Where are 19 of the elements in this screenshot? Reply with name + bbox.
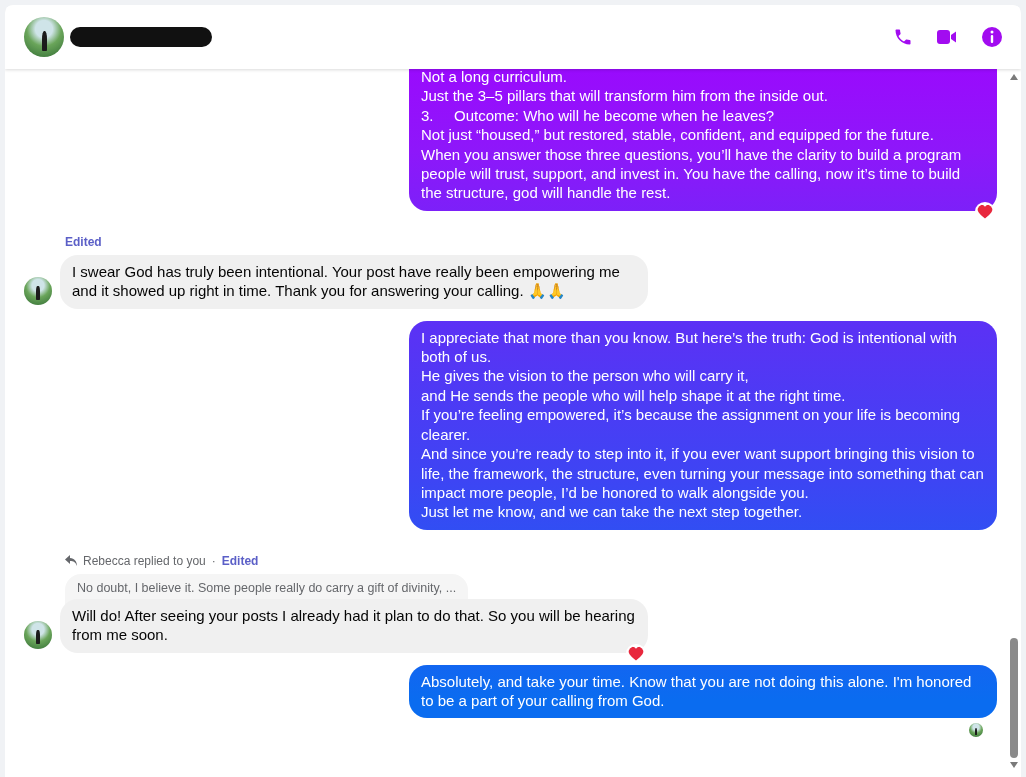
contact-avatar[interactable] bbox=[24, 17, 64, 57]
received-message-bubble: I swear God has truly been intentional. Your post have really been empowering me and it showed up right in time. Thank you for answering your calling. 🙏🙏 bbox=[60, 254, 648, 309]
scrollbar-thumb[interactable] bbox=[1010, 638, 1018, 758]
sent-message-bubble: Absolutely, and take your time. Know that you are not doing this alone. I'm honored to be a part of your calling from God. bbox=[409, 664, 997, 719]
received-message-bubble: Will do! After seeing your posts I already had it plan to do that. So you will be hearing from me soon. bbox=[60, 598, 648, 653]
video-camera-icon[interactable] bbox=[936, 28, 958, 46]
reply-note: Rebecca replied to you bbox=[83, 553, 206, 568]
scroll-up-icon[interactable] bbox=[1009, 73, 1019, 81]
separator-dot: · bbox=[211, 553, 216, 568]
sender-avatar[interactable] bbox=[24, 276, 52, 305]
sent-message-bubble: I appreciate that more than you know. But here’s the truth: God is intentional with both of us. He gives the vision to the person who will carry it, and He sends the people who will help shape it at the right time. If you’re feeling empowered, it’s because the assignment on your life is becoming clearer. And since you’re ready to step into it, if you ever want support bringing this vision to life, the framework, the structure, even turning your message into something that can impact more people, I’d be honored to walk alongside you. Just let me know, and we can take the next step together. bbox=[409, 320, 997, 530]
edited-label[interactable]: Edited bbox=[221, 553, 259, 568]
phone-icon[interactable] bbox=[893, 27, 913, 47]
sent-message-bubble: Not a long curriculum. Just the 3–5 pillars that will transform him from the inside out. 3. Outcome: Who will he become when he leaves? Not just “housed,” but restored, stable, confident, and equipped for the future. When you answer those three questions, you’ll have the clarity to build a program people will trust, support, and invest in. You have the calling, now it’s time to build the structure, god will handle the rest. bbox=[409, 69, 997, 211]
sender-avatar[interactable] bbox=[24, 620, 52, 649]
scroll-down-icon[interactable] bbox=[1009, 761, 1019, 769]
edited-label[interactable]: Edited bbox=[65, 234, 102, 249]
info-icon[interactable] bbox=[981, 26, 1003, 48]
reply-icon bbox=[65, 555, 77, 567]
